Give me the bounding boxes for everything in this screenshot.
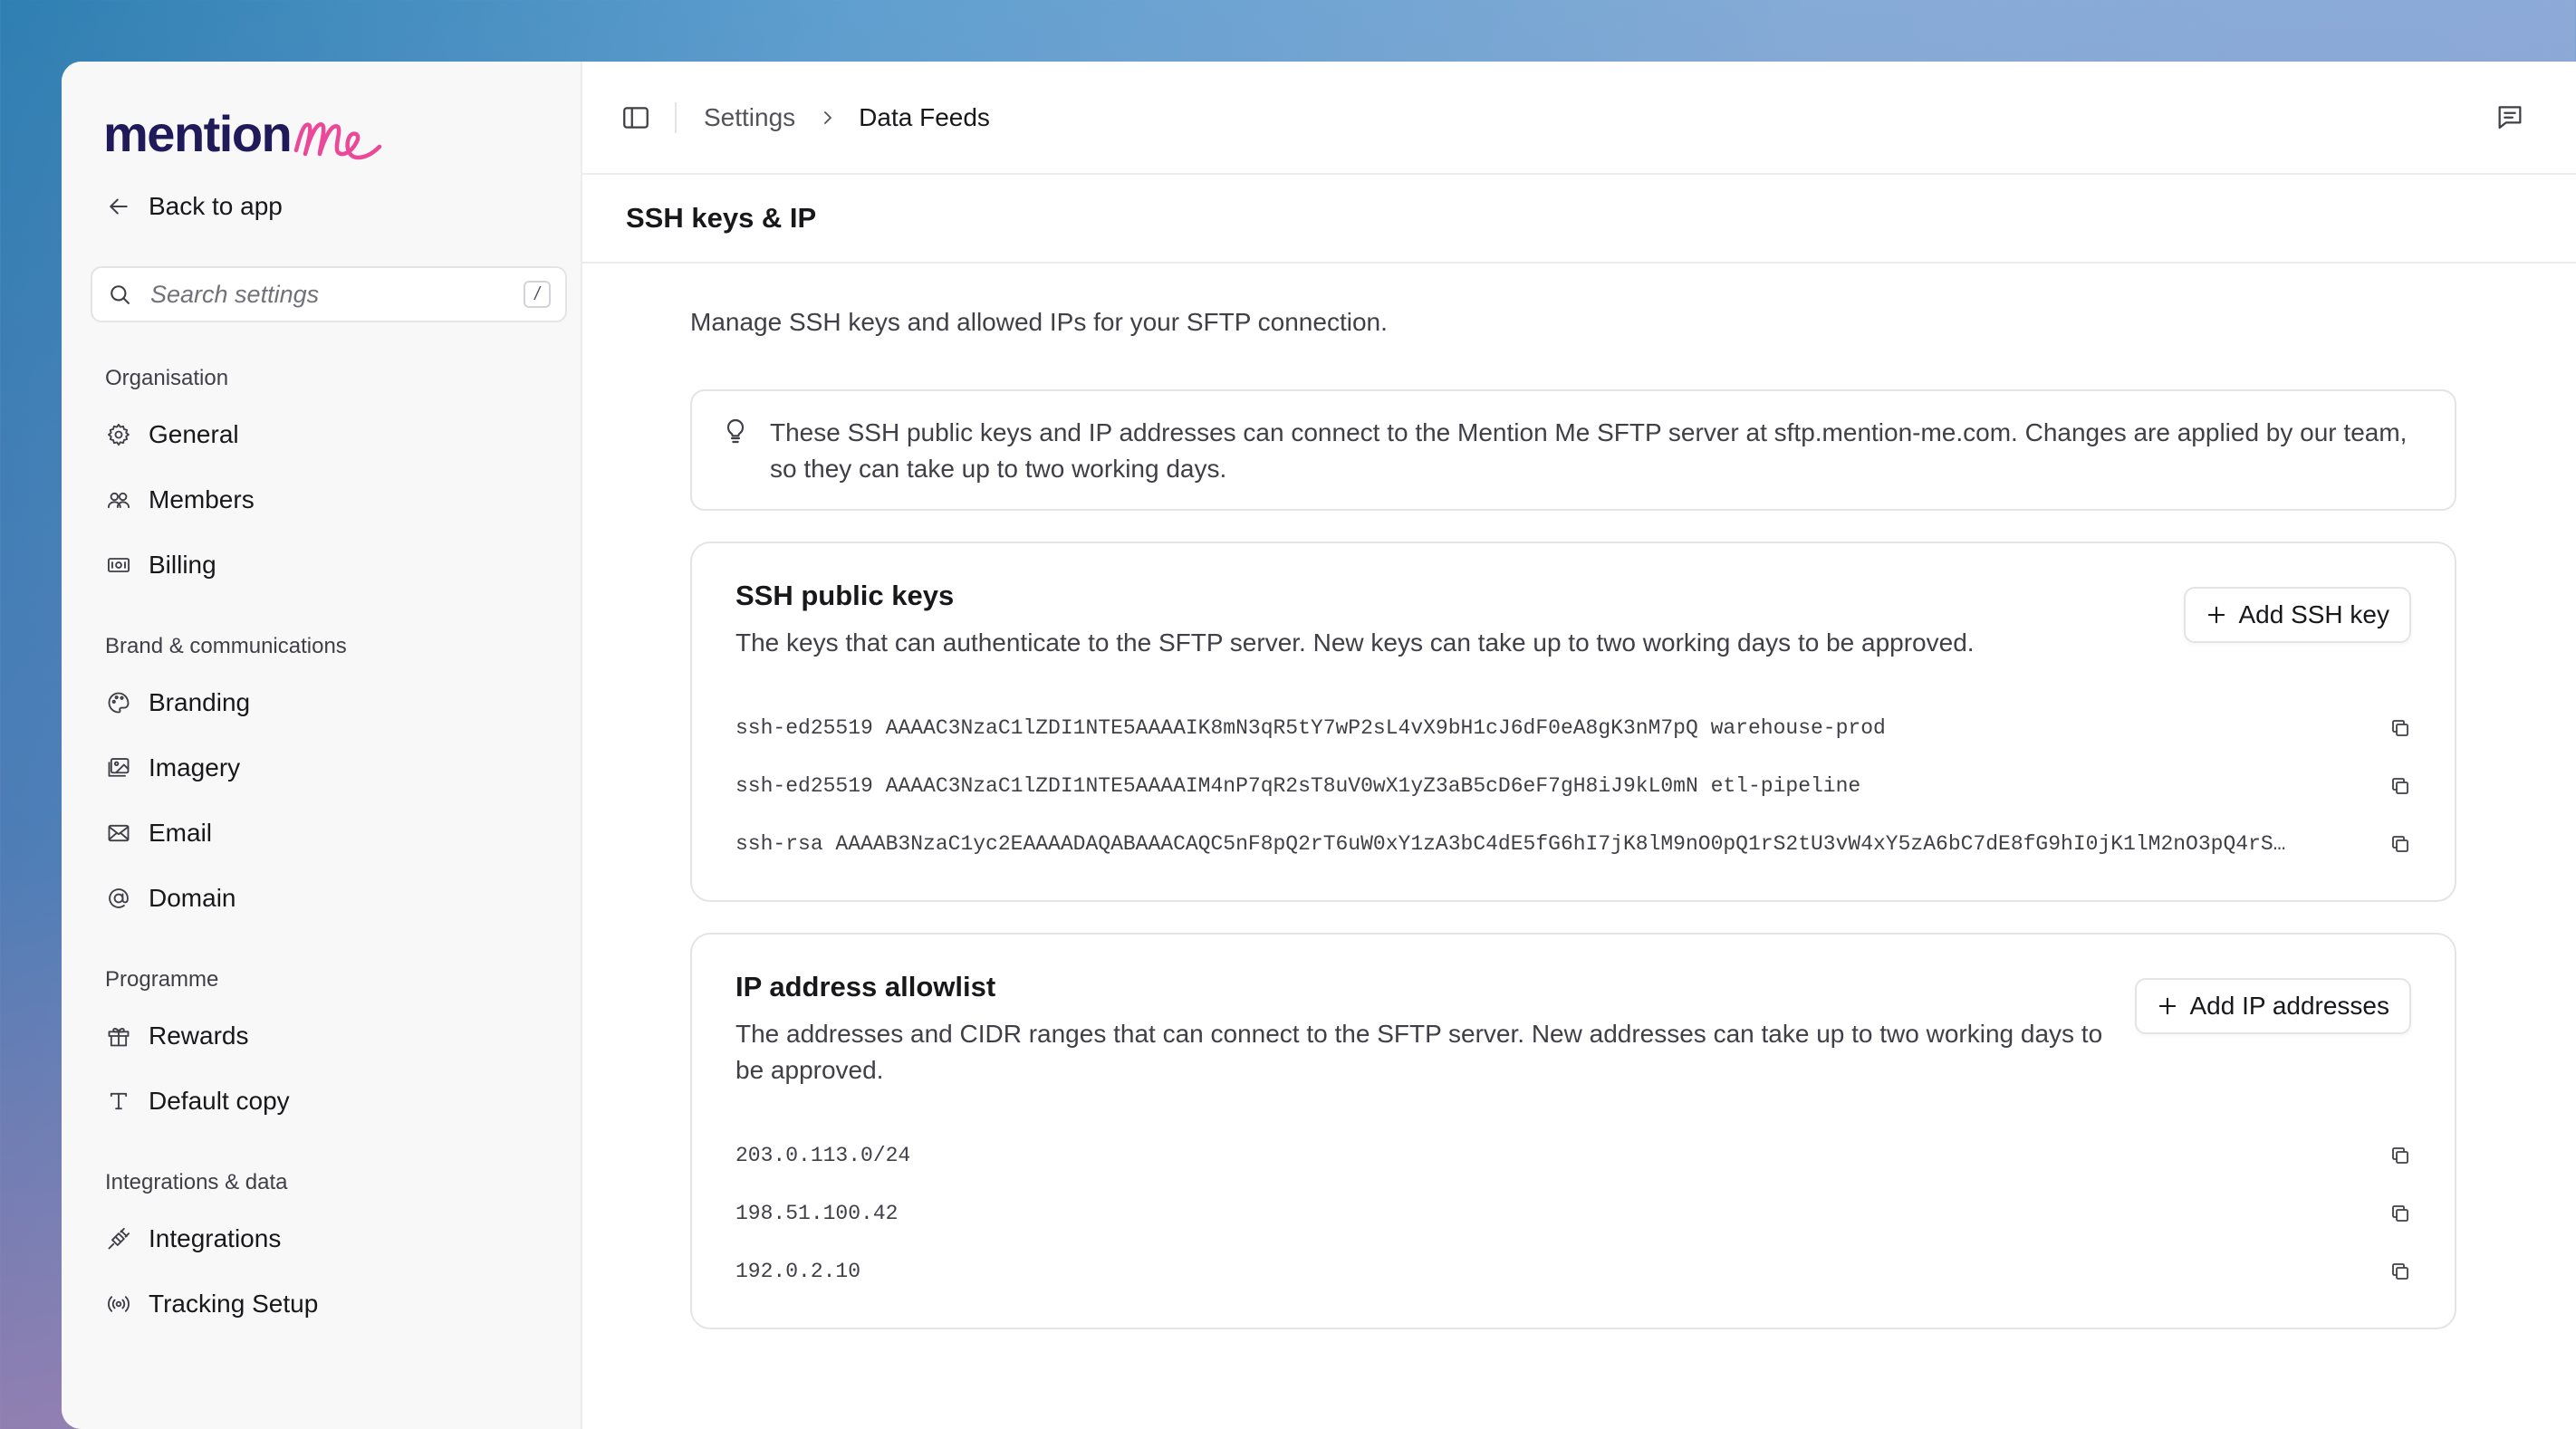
logo-wordmark: mention [103, 105, 293, 162]
ip-address-value: 198.51.100.42 [735, 1202, 899, 1225]
list-item: 203.0.113.0/24 [735, 1127, 2411, 1184]
copy-icon[interactable] [2389, 1203, 2411, 1224]
info-callout: These SSH public keys and IP addresses c… [690, 389, 2456, 511]
sidebar-item-label: Integrations [149, 1224, 282, 1252]
ssh-key-value: ssh-rsa AAAAB3NzaC1yc2EAAAADAQABAAACAQC5… [735, 832, 2286, 856]
back-to-app-label: Back to app [149, 192, 283, 220]
group-label-organisation: Organisation [105, 366, 229, 390]
search-settings-field[interactable]: / [91, 266, 567, 322]
banknote-icon [105, 551, 132, 579]
plug-icon [105, 1225, 132, 1252]
sidebar-item-branding[interactable]: Branding [91, 679, 566, 726]
chevron-right-icon [824, 110, 832, 124]
sidebar-item-default-copy[interactable]: Default copy [91, 1078, 566, 1125]
sidebar-item-label: Default copy [149, 1087, 290, 1115]
copy-icon[interactable] [2389, 1145, 2411, 1166]
users-icon [105, 486, 132, 513]
add-ip-addresses-label: Add IP addresses [2189, 992, 2389, 1020]
sidebar-item-label: General [149, 420, 239, 448]
page-title: SSH keys & IP [626, 202, 817, 234]
page-content: Manage SSH keys and allowed IPs for your… [690, 308, 2456, 1329]
palette-icon [105, 689, 132, 716]
breadcrumb-current-page: Data Feeds [859, 102, 990, 131]
sidebar-item-rewards[interactable]: Rewards [91, 1012, 566, 1060]
list-item: ssh-ed25519 AAAAC3NzaC1lZDI1NTE5AAAAIK8m… [735, 699, 2411, 757]
list-item: ssh-ed25519 AAAAC3NzaC1lZDI1NTE5AAAAIM4n… [735, 757, 2411, 815]
sidebar-toggle-icon[interactable] [620, 102, 651, 133]
search-input[interactable] [150, 280, 524, 309]
list-item: 198.51.100.42 [735, 1184, 2411, 1242]
group-label-integrations-data: Integrations & data [105, 1170, 288, 1194]
sidebar: mention Back to app / Organisation Gener… [62, 62, 582, 1429]
list-item: ssh-rsa AAAAB3NzaC1yc2EAAAADAQABAAACAQC5… [735, 815, 2411, 873]
gear-icon [105, 421, 132, 448]
lightbulb-icon [726, 418, 745, 444]
ip-address-value: 203.0.113.0/24 [735, 1144, 911, 1167]
ssh-key-value: ssh-ed25519 AAAAC3NzaC1lZDI1NTE5AAAAIM4n… [735, 774, 1861, 798]
sidebar-item-imagery[interactable]: Imagery [91, 744, 566, 791]
group-label-brand-communications: Brand & communications [105, 634, 347, 658]
add-ssh-key-button[interactable]: Add SSH key [2184, 587, 2411, 643]
copy-icon[interactable] [2389, 1261, 2411, 1282]
search-shortcut-badge: / [524, 281, 551, 308]
sidebar-item-email[interactable]: Email [91, 810, 566, 857]
ip-allowlist-description: The addresses and CIDR ranges that can c… [735, 1020, 2103, 1084]
ssh-key-value: ssh-ed25519 AAAAC3NzaC1lZDI1NTE5AAAAIK8m… [735, 716, 1886, 740]
mail-icon [105, 820, 132, 847]
sidebar-item-label: Members [149, 485, 255, 513]
logo-script-me [294, 122, 382, 160]
copy-icon[interactable] [2389, 775, 2411, 797]
page-intro: Manage SSH keys and allowed IPs for your… [690, 308, 1388, 336]
sidebar-item-tracking-setup[interactable]: Tracking Setup [91, 1280, 566, 1328]
gift-icon [105, 1022, 132, 1050]
feedback-icon[interactable] [2494, 101, 2525, 132]
copy-icon[interactable] [2389, 833, 2411, 855]
ssh-key-list: ssh-ed25519 AAAAC3NzaC1lZDI1NTE5AAAAIK8m… [735, 699, 2411, 873]
plus-icon [2208, 606, 2225, 624]
page-header: SSH keys & IP [582, 175, 2576, 264]
sidebar-item-label: Rewards [149, 1021, 249, 1050]
sidebar-item-label: Email [149, 819, 213, 847]
callout-text: These SSH public keys and IP addresses c… [770, 418, 2408, 483]
back-to-app-link[interactable]: Back to app [91, 183, 566, 230]
add-ip-addresses-button[interactable]: Add IP addresses [2135, 978, 2411, 1034]
ssh-keys-description: The keys that can authenticate to the SF… [735, 628, 1975, 657]
top-bar: Settings Data Feeds [582, 62, 2576, 175]
breadcrumb-settings-link[interactable]: Settings [704, 103, 795, 132]
sidebar-item-billing[interactable]: Billing [91, 542, 566, 589]
radio-icon [105, 1290, 132, 1318]
ssh-keys-title: SSH public keys [735, 580, 955, 611]
sidebar-item-label: Domain [149, 884, 236, 912]
list-item: 192.0.2.10 [735, 1242, 2411, 1300]
sidebar-item-label: Billing [149, 551, 216, 579]
breadcrumb: Settings Data Feeds [704, 103, 990, 132]
ip-allowlist-card: IP address allowlist The addresses and C… [690, 933, 2456, 1329]
add-ssh-key-label: Add SSH key [2238, 600, 2389, 628]
group-label-programme: Programme [105, 967, 219, 992]
ip-address-list: 203.0.113.0/24 198.51.100.42 192.0.2.10 [735, 1127, 2411, 1300]
plus-icon [2159, 997, 2177, 1015]
ssh-keys-card: SSH public keys The keys that can authen… [690, 542, 2456, 902]
images-icon [105, 754, 132, 782]
type-icon [105, 1088, 132, 1115]
search-icon [111, 285, 130, 304]
copy-icon[interactable] [2389, 717, 2411, 739]
toolbar-divider [675, 101, 677, 133]
sidebar-item-label: Branding [149, 688, 251, 716]
sidebar-item-label: Tracking Setup [149, 1290, 319, 1318]
at-sign-icon [105, 885, 132, 912]
mention-me-logo[interactable]: mention [103, 89, 566, 162]
sidebar-item-label: Imagery [149, 753, 241, 782]
sidebar-item-integrations[interactable]: Integrations [91, 1215, 566, 1262]
sidebar-item-general[interactable]: General [91, 411, 566, 458]
sidebar-item-members[interactable]: Members [91, 476, 566, 523]
sidebar-item-domain[interactable]: Domain [91, 875, 566, 922]
ip-address-value: 192.0.2.10 [735, 1260, 861, 1283]
arrow-left-icon [110, 198, 128, 215]
